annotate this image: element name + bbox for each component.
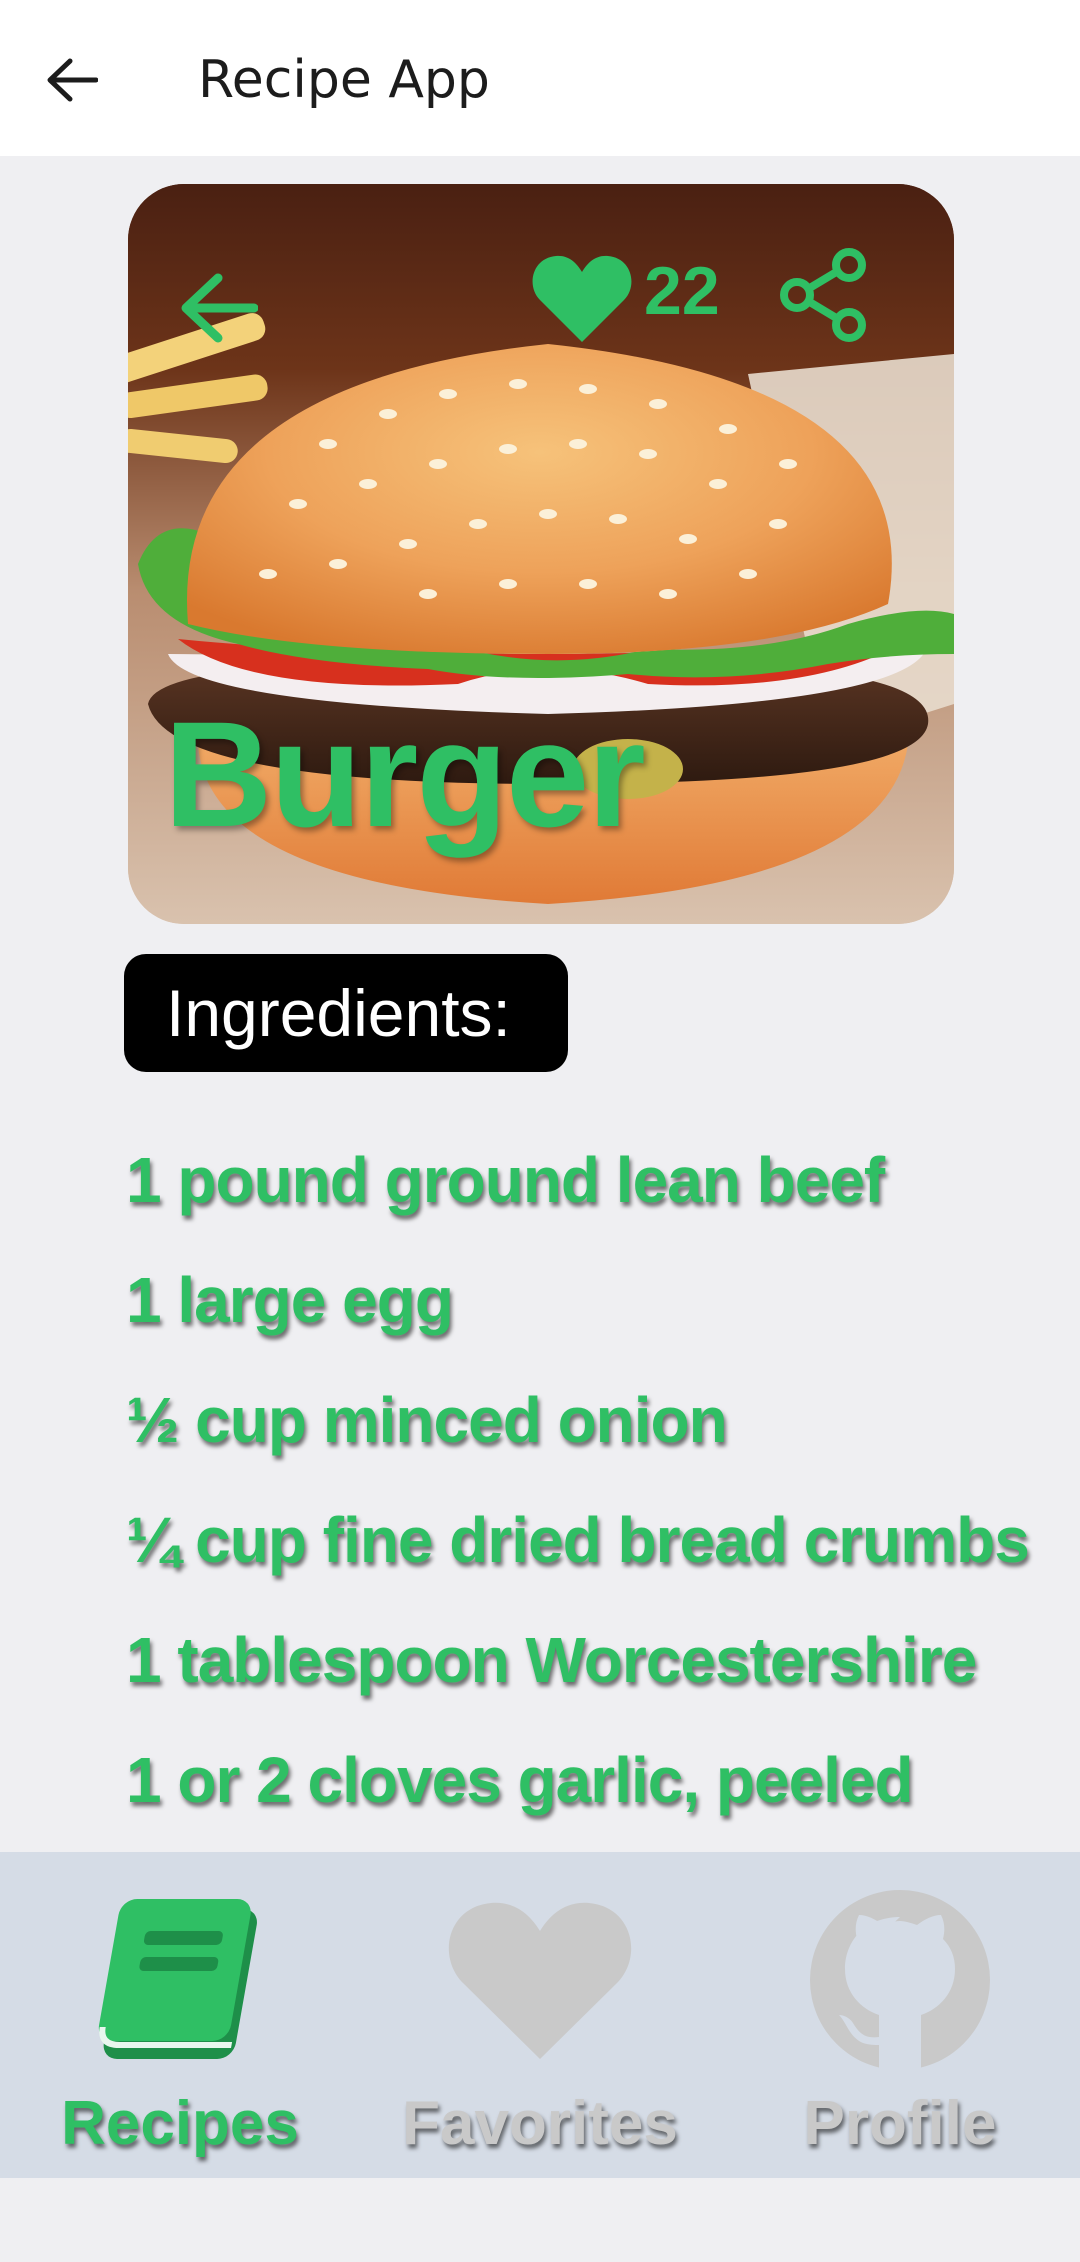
favorite-button[interactable] (526, 242, 638, 354)
ingredient-item: ½ cup minced onion (126, 1384, 728, 1456)
nav-profile[interactable]: Profile (720, 1852, 1080, 2178)
arrow-left-icon (181, 273, 258, 343)
nav-favorites[interactable]: Favorites (360, 1852, 720, 2178)
like-count: 22 (644, 253, 720, 329)
back-button[interactable] (38, 46, 106, 114)
system-nav-area (0, 2178, 1080, 2262)
ingredient-item: 1 pound ground lean beef (126, 1144, 885, 1216)
recipe-hero-card: 22 Burger (128, 184, 954, 924)
share-icon (780, 248, 866, 342)
nav-recipes-label: Recipes (61, 2089, 299, 2158)
app-title: Recipe App (198, 50, 490, 110)
ingredient-item: ¼ cup fine dried bread crumbs (126, 1504, 1030, 1576)
bottom-navigation: Recipes Favorites Profile (0, 1852, 1080, 2178)
heart-icon (532, 255, 632, 342)
ingredient-item: 1 tablespoon Worcestershire (126, 1624, 977, 1696)
nav-recipes[interactable]: Recipes (0, 1852, 360, 2178)
recipe-title: Burger (164, 690, 646, 858)
nav-profile-label: Profile (803, 2089, 997, 2158)
arrow-left-icon (47, 58, 98, 102)
github-icon (800, 1880, 1000, 2080)
ingredients-heading: Ingredients: (124, 954, 568, 1072)
hero-back-button[interactable] (170, 260, 266, 356)
book-icon (80, 1880, 280, 2080)
ingredient-item: 1 large egg (126, 1264, 454, 1336)
nav-favorites-label: Favorites (402, 2089, 678, 2158)
ingredient-item: 1 or 2 cloves garlic, peeled (126, 1744, 914, 1816)
heart-icon (440, 1880, 640, 2080)
ingredients-list: 1 pound ground lean beef 1 large egg ½ c… (126, 1126, 1080, 1846)
share-button[interactable] (768, 240, 878, 350)
app-bar: Recipe App (0, 0, 1080, 156)
